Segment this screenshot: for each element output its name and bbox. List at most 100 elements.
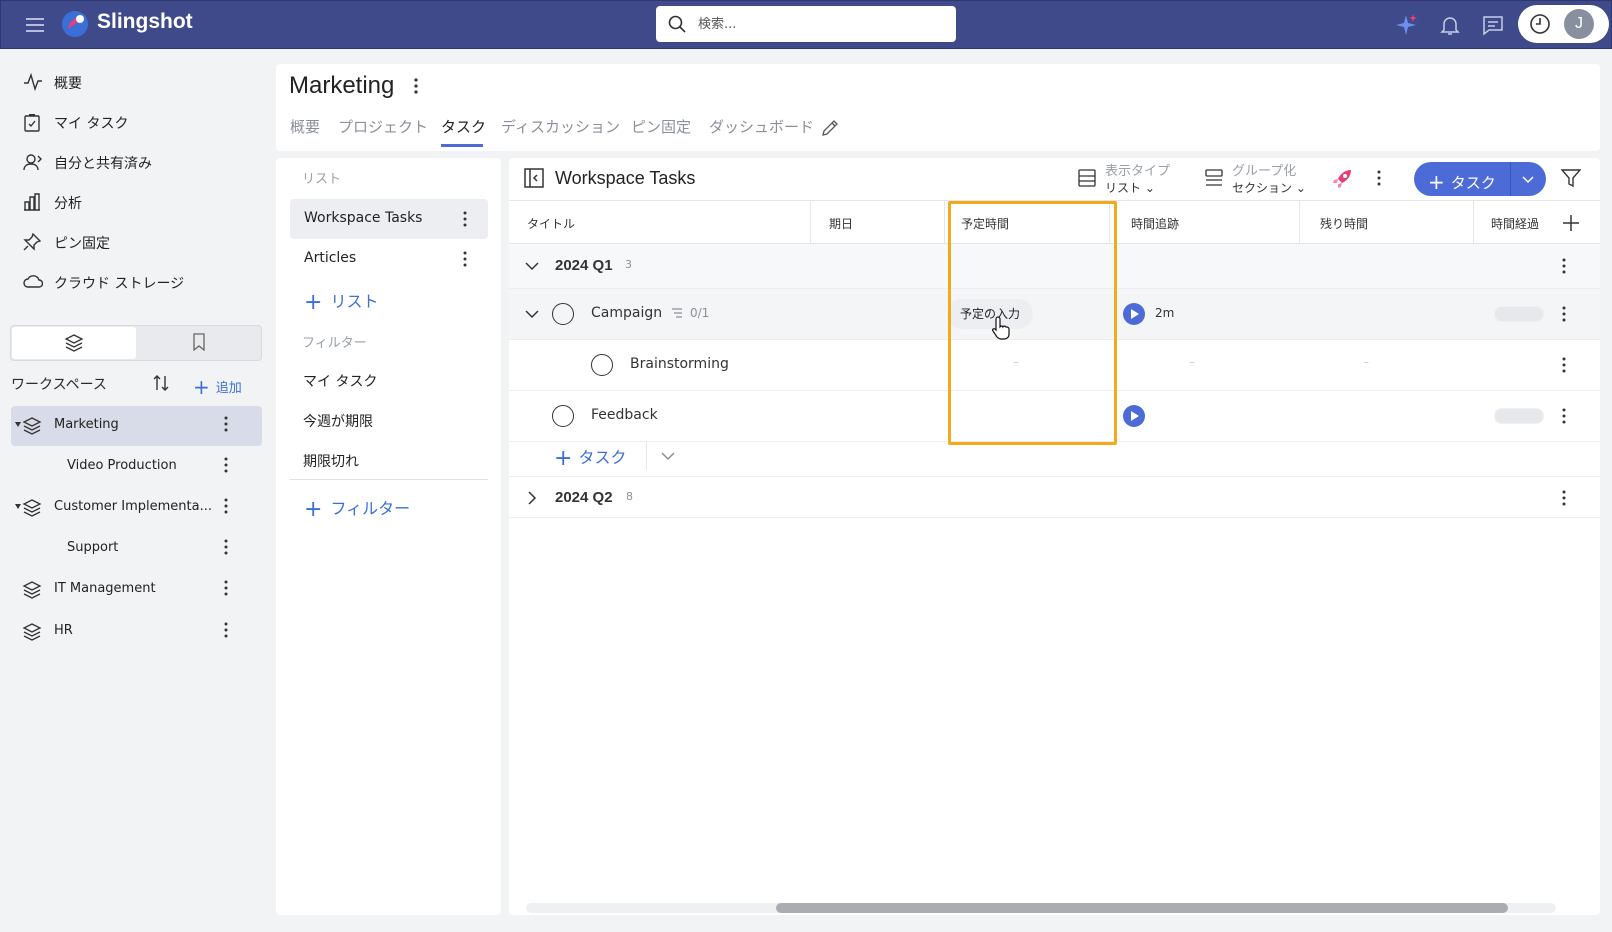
more-vertical-icon[interactable]: [224, 416, 228, 432]
task-complete-checkbox[interactable]: [552, 303, 574, 325]
chevron-right-icon[interactable]: [527, 491, 537, 505]
collapse-panel-icon[interactable]: [524, 168, 544, 188]
more-vertical-icon[interactable]: [224, 498, 228, 514]
workspace-item-support[interactable]: Support: [11, 529, 262, 569]
column-remaining-time[interactable]: 残り時間: [1320, 215, 1368, 232]
clock-icon[interactable]: [1529, 13, 1551, 35]
subtask-icon: [672, 308, 682, 318]
column-time-elapsed[interactable]: 時間経過: [1491, 215, 1539, 232]
more-vertical-icon[interactable]: [414, 78, 418, 94]
expand-caret-icon[interactable]: [15, 504, 21, 509]
nav-item-pinned[interactable]: ピン固定: [10, 224, 262, 260]
group-by-icon[interactable]: [1204, 168, 1224, 188]
chevron-down-icon[interactable]: [1522, 173, 1534, 185]
filter-due-this-week[interactable]: 今週が期限: [303, 411, 373, 431]
elapsed-progress-bar: [1494, 408, 1544, 424]
nav-item-overview[interactable]: 概要: [10, 64, 262, 100]
list-header: リスト: [302, 172, 342, 187]
pencil-icon[interactable]: [821, 119, 839, 137]
tab-dashboards[interactable]: ダッシュボード: [709, 116, 814, 137]
bell-icon[interactable]: [1438, 13, 1462, 37]
add-filter-button[interactable]: + フィルター: [304, 495, 410, 522]
bar-chart-icon: [24, 193, 40, 211]
add-list-button[interactable]: + リスト: [304, 288, 378, 315]
list-item-workspace-tasks[interactable]: Workspace Tasks: [290, 199, 488, 239]
tab-projects[interactable]: プロジェクト: [338, 116, 428, 137]
workspace-item-marketing[interactable]: Marketing: [11, 406, 262, 446]
group-by-selector[interactable]: グループ化 セクション ⌄: [1232, 164, 1306, 197]
cloud-icon: [23, 275, 43, 288]
tab-discussions[interactable]: ディスカッション: [501, 116, 620, 137]
more-vertical-icon[interactable]: [224, 539, 228, 555]
more-vertical-icon[interactable]: [1562, 490, 1566, 506]
add-column-icon[interactable]: [1562, 214, 1580, 232]
more-vertical-icon[interactable]: [224, 457, 228, 473]
more-vertical-icon[interactable]: [1562, 306, 1566, 322]
tab-tasks[interactable]: タスク: [441, 116, 486, 137]
chat-icon[interactable]: [1481, 13, 1505, 37]
workspace-item-it-management[interactable]: IT Management: [11, 570, 262, 610]
nav-item-shared-with-me[interactable]: 自分と共有済み: [10, 144, 262, 180]
chevron-down-icon[interactable]: [525, 261, 539, 271]
layers-icon: [64, 334, 84, 352]
more-vertical-icon[interactable]: [224, 622, 228, 638]
task-complete-checkbox[interactable]: [591, 354, 613, 376]
workspace-item-hr[interactable]: HR: [11, 612, 262, 652]
more-vertical-icon[interactable]: [463, 211, 467, 227]
column-time-tracking[interactable]: 時間追跡: [1131, 215, 1179, 232]
tab-pinned[interactable]: ピン固定: [631, 116, 691, 137]
view-type-icon[interactable]: [1077, 168, 1097, 188]
nav-item-analytics[interactable]: 分析: [10, 184, 262, 220]
slingshot-logo-icon: [62, 11, 88, 37]
column-due-date[interactable]: 期日: [829, 215, 853, 232]
scrollbar-thumb[interactable]: [776, 903, 1508, 913]
play-timer-icon[interactable]: [1123, 405, 1145, 427]
ai-sparkle-icon[interactable]: [1394, 13, 1418, 37]
tracking-empty: –: [1189, 355, 1195, 369]
layers-icon: [22, 499, 42, 517]
task-complete-checkbox[interactable]: [552, 405, 574, 427]
hand-cursor-icon: [992, 316, 1010, 340]
filter-my-tasks[interactable]: マイ タスク: [303, 371, 377, 391]
add-task-row-button[interactable]: + タスク: [554, 444, 626, 471]
filter-overdue[interactable]: 期限切れ: [303, 451, 359, 471]
highlight-box: [948, 201, 1117, 445]
view-type-selector[interactable]: 表示タイプ リスト ⌄: [1105, 164, 1170, 197]
more-vertical-icon[interactable]: [1562, 408, 1566, 424]
tab-overview[interactable]: 概要: [290, 116, 320, 137]
add-task-button[interactable]: + タスク: [1414, 162, 1546, 196]
divider: [290, 479, 488, 480]
avatar[interactable]: J: [1564, 9, 1594, 39]
search-icon: [668, 15, 686, 33]
workspace-item-video-production[interactable]: Video Production: [11, 447, 262, 487]
chevron-down-icon[interactable]: [525, 309, 539, 319]
sort-icon[interactable]: [151, 373, 171, 393]
layers-icon: [22, 623, 42, 641]
search-box[interactable]: [656, 6, 956, 42]
nav-item-my-tasks[interactable]: マイ タスク: [10, 104, 262, 140]
user-pill[interactable]: J: [1518, 5, 1609, 43]
expand-caret-icon[interactable]: [15, 422, 21, 427]
play-timer-icon[interactable]: [1123, 303, 1145, 325]
filter-icon[interactable]: [1561, 168, 1581, 188]
menu-icon[interactable]: [25, 15, 45, 35]
more-vertical-icon[interactable]: [1377, 170, 1381, 186]
more-vertical-icon[interactable]: [1562, 258, 1566, 274]
filter-header: フィルター: [302, 336, 367, 351]
more-vertical-icon[interactable]: [224, 580, 228, 596]
column-title[interactable]: タイトル: [527, 215, 575, 232]
tracked-time: 2m: [1155, 306, 1175, 320]
more-vertical-icon[interactable]: [463, 251, 467, 267]
group-row-2024-q2[interactable]: 2024 Q2 8: [509, 476, 1600, 518]
workspace-item-customer-implementation[interactable]: Customer Implementa...: [11, 488, 262, 528]
active-tab-indicator: [441, 144, 483, 147]
list-item-articles[interactable]: Articles: [290, 239, 488, 279]
horizontal-scrollbar[interactable]: [526, 903, 1556, 913]
nav-item-cloud-storage[interactable]: クラウド ストレージ: [10, 264, 262, 300]
search-input[interactable]: [698, 14, 938, 34]
more-vertical-icon[interactable]: [1562, 357, 1566, 373]
add-workspace-button[interactable]: + 追加: [193, 373, 242, 399]
chevron-down-icon[interactable]: [661, 451, 675, 461]
segment-workspaces[interactable]: [12, 327, 136, 359]
rocket-icon[interactable]: [1331, 168, 1353, 190]
